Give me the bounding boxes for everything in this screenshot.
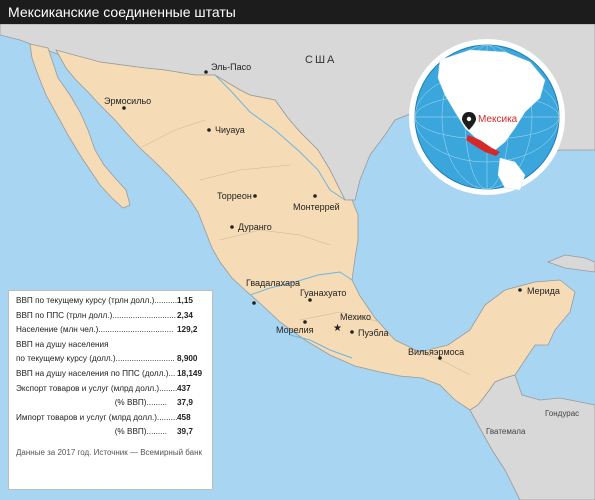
city-dot-monterrey bbox=[313, 194, 317, 198]
stat-value: 458 bbox=[177, 412, 191, 422]
stat-row: по текущему курсу (долл.)...............… bbox=[16, 354, 205, 369]
stat-row: Импорт товаров и услуг (млрд долл.).....… bbox=[16, 413, 205, 428]
city-dot-puebla bbox=[350, 330, 354, 334]
city-dot-chihuahua bbox=[207, 128, 211, 132]
stat-row: ВВП по текущему курсу (трлн долл.)......… bbox=[16, 296, 205, 311]
usa-label: США bbox=[305, 54, 336, 66]
city-puebla: Пуэбла bbox=[358, 328, 388, 338]
stat-value: 1,15 bbox=[177, 296, 193, 305]
guatemala-label: Гватемала bbox=[486, 427, 526, 436]
stat-label: Экспорт товаров и услуг (млрд долл.)....… bbox=[16, 383, 177, 393]
page-title: Мексиканские соединенные штаты bbox=[0, 0, 595, 24]
stat-value: 129,2 bbox=[177, 325, 198, 335]
city-dot-morelia bbox=[303, 320, 307, 324]
city-dot-guadalajara bbox=[252, 301, 256, 305]
stat-row: (% ВВП)......... 39,7 bbox=[16, 427, 205, 442]
city-dot-durango bbox=[230, 225, 234, 229]
stat-label: Население (млн чел.)....................… bbox=[16, 325, 174, 335]
city-mexico: Мехико bbox=[340, 312, 371, 322]
city-guadalajara: Гвадалахара bbox=[246, 278, 300, 288]
city-dot-guanajuato bbox=[308, 298, 312, 302]
stat-value: 18,149 bbox=[177, 368, 203, 378]
city-hermosillo: Эрмосильо bbox=[104, 96, 151, 106]
stat-value: 37,9 bbox=[177, 398, 193, 408]
honduras-label: Гондурас bbox=[545, 409, 579, 418]
city-durango: Дуранго bbox=[238, 222, 272, 232]
stat-label: по текущему курсу (долл.)...............… bbox=[16, 354, 175, 364]
stat-row: ВВП на душу населения по ППС (долл.)... … bbox=[16, 369, 205, 384]
city-dot-el-paso bbox=[204, 70, 208, 74]
stat-label: ВВП по ППС (трлн долл.).................… bbox=[16, 310, 177, 320]
city-torreon: Торреон bbox=[217, 191, 252, 201]
city-morelia: Морелия bbox=[276, 325, 314, 335]
stats-panel: ВВП по текущему курсу (трлн долл.)......… bbox=[8, 290, 213, 490]
city-guanajuato: Гуанахуато bbox=[300, 288, 346, 298]
stat-label: (% ВВП)......... bbox=[114, 398, 167, 408]
stat-row: (% ВВП)......... 37,9 bbox=[16, 398, 205, 413]
city-dot-torreon bbox=[253, 194, 257, 198]
city-el-paso: Эль-Пасо bbox=[211, 62, 251, 72]
stat-value: 2,34 bbox=[177, 310, 193, 320]
stat-value: 8,900 bbox=[177, 354, 198, 364]
stat-row: Экспорт товаров и услуг (млрд долл.)....… bbox=[16, 384, 205, 399]
source-note: Данные за 2017 год. Источник — Всемирный… bbox=[16, 447, 203, 457]
stat-label: ВВП на душу населения bbox=[16, 339, 109, 349]
globe-mexico-label: Мексика bbox=[478, 114, 518, 125]
stat-value: 39,7 bbox=[177, 427, 193, 437]
globe-inset: Мексика bbox=[409, 39, 565, 195]
city-chihuahua: Чиуауа bbox=[215, 125, 245, 135]
stat-row: ВВП на душу населения bbox=[16, 340, 205, 355]
stat-label: (% ВВП)......... bbox=[114, 427, 167, 437]
stat-row: ВВП по ППС (трлн долл.).................… bbox=[16, 311, 205, 326]
stat-value: 437 bbox=[177, 383, 191, 393]
stat-label: ВВП на душу населения по ППС (долл.)... bbox=[16, 368, 176, 378]
capital-star-icon: ★ bbox=[333, 323, 342, 334]
city-dot-hermosillo bbox=[122, 106, 126, 110]
city-dot-merida bbox=[518, 288, 522, 292]
city-merida: Мерида bbox=[527, 286, 560, 296]
stat-label: ВВП по текущему курсу (трлн долл.)......… bbox=[16, 296, 177, 305]
stat-row: Население (млн чел.)....................… bbox=[16, 325, 205, 340]
city-villahermosa: Вильяэрмоса bbox=[408, 347, 464, 357]
stat-label: Импорт товаров и услуг (млрд долл.).....… bbox=[16, 412, 177, 422]
city-monterrey: Монтеррей bbox=[293, 202, 340, 212]
